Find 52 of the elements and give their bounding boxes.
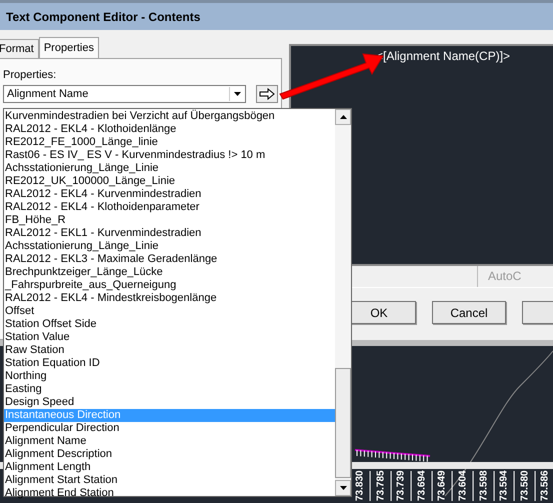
- insert-button[interactable]: [256, 85, 278, 103]
- dropdown-option[interactable]: _Fahrspurbreite_aus_Querneigung: [4, 279, 335, 292]
- station-label: 73.649: [432, 471, 453, 501]
- dropdown-option[interactable]: Brechpunktzeiger_Länge_Lücke: [4, 266, 335, 279]
- dropdown-option[interactable]: RAL2012 - EKL3 - Maximale Geradenlänge: [4, 253, 335, 266]
- station-label: 73.580: [514, 471, 536, 501]
- dropdown-option[interactable]: Alignment Start Station: [4, 474, 335, 487]
- station-label: 73.586: [535, 471, 553, 501]
- dropdown-option[interactable]: Achsstationierung_Länge_Linie: [4, 240, 335, 253]
- dropdown-option[interactable]: RAL2012 - EKL4 - Kurvenmindestradien: [4, 188, 335, 201]
- station-label: 73.739: [391, 471, 412, 501]
- station-label: 73.604: [452, 471, 474, 501]
- dropdown-option[interactable]: FB_Höhe_R: [4, 214, 335, 227]
- dropdown-option[interactable]: RAL2012 - EKL1 - Kurvenmindestradien: [4, 227, 335, 240]
- dropdown-option[interactable]: Station Equation ID: [4, 357, 335, 370]
- arrow-icon: [259, 88, 275, 100]
- dropdown-option[interactable]: RAL2012 - EKL4 - Klothoidenlänge: [4, 123, 335, 136]
- preview-text: <[Alignment Name(CP)]>: [376, 49, 510, 63]
- dropdown-option[interactable]: Northing: [4, 370, 335, 383]
- dropdown-option[interactable]: Alignment Description: [4, 448, 335, 461]
- scroll-up-icon[interactable]: [335, 109, 351, 125]
- window-title: Text Component Editor - Contents: [6, 10, 200, 24]
- dropdown-option[interactable]: Perpendicular Direction: [4, 422, 335, 435]
- dropdown-option[interactable]: Offset: [4, 305, 335, 318]
- station-label: 73.785: [370, 471, 392, 501]
- dropdown-option[interactable]: Station Value: [4, 331, 335, 344]
- tab[interactable]: Properties: [38, 37, 99, 58]
- station-label: 73.598: [474, 471, 494, 501]
- station-label: 73.694: [412, 471, 432, 501]
- scrollbar[interactable]: [335, 109, 351, 496]
- status-field: AutoC: [478, 266, 553, 287]
- scroll-thumb[interactable]: [335, 368, 351, 478]
- scroll-down-icon[interactable]: [335, 480, 351, 496]
- dropdown-option[interactable]: Easting: [4, 383, 335, 396]
- dropdown-option[interactable]: Alignment Name: [4, 435, 335, 448]
- dropdown-option[interactable]: Rast06 - ES IV_ ES V - Kurvenmindestradius !> 10 m: [4, 149, 335, 162]
- field-label: Properties:: [3, 69, 56, 81]
- dropdown-option[interactable]: RAL2012 - EKL4 - Mindestkreisbogenlänge: [4, 292, 335, 305]
- dropdown-option[interactable]: Kurvenmindestradien bei Verzicht auf Übergangsbögen: [4, 110, 335, 123]
- dropdown-option[interactable]: Design Speed: [4, 396, 335, 409]
- dropdown-option[interactable]: Achsstationierung_Länge_Linie: [4, 162, 335, 175]
- dropdown-option[interactable]: Alignment Length: [4, 461, 335, 474]
- dropdown-option[interactable]: Alignment End Station: [4, 487, 335, 500]
- dropdown-option[interactable]: RE2012_UK_100000_Länge_Linie: [4, 175, 335, 188]
- dropdown-option[interactable]: Raw Station: [4, 344, 335, 357]
- dropdown-option[interactable]: RE2012_FE_1000_Länge_linie: [4, 136, 335, 149]
- tab[interactable]: Format: [0, 39, 39, 58]
- dropdown-option[interactable]: RAL2012 - EKL4 - Klothoidenparameter: [4, 201, 335, 214]
- dialog-button[interactable]: Cancel: [432, 301, 506, 324]
- dropdown-option[interactable]: Station Offset Side: [4, 318, 335, 331]
- properties-dropdown[interactable]: Alignment Name: [3, 85, 246, 103]
- station-label: 73.594: [494, 471, 515, 501]
